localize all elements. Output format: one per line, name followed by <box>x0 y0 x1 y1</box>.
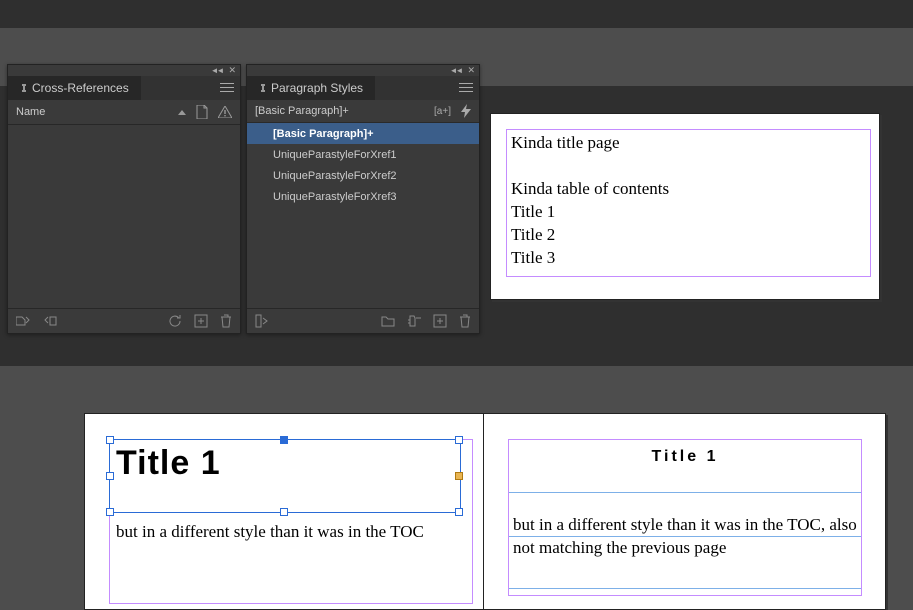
style-label: UniqueParastyleForXref1 <box>273 149 397 161</box>
body-text: but in a different style than it was in … <box>116 521 466 544</box>
warning-icon[interactable] <box>218 106 232 118</box>
go-to-dest-icon[interactable] <box>44 315 60 327</box>
document-page-2[interactable]: Title 1 but in a different style than it… <box>84 413 485 610</box>
panel-footer <box>247 308 479 333</box>
text-line: Title 2 <box>511 224 866 247</box>
new-crossref-icon[interactable] <box>194 314 208 328</box>
link-icon <box>20 83 28 93</box>
trash-icon[interactable] <box>459 314 471 328</box>
body-text: but in a different style than it was in … <box>509 466 861 560</box>
panel-titlebar: ◄◄ ✕ <box>247 65 479 76</box>
tab-paragraph-styles[interactable]: Paragraph Styles <box>247 76 375 100</box>
tab-cross-references[interactable]: Cross-References <box>8 76 141 100</box>
text-line: Kinda table of contents <box>511 178 866 201</box>
panel-tabbar: Cross-References <box>8 76 240 100</box>
selection-bounds[interactable] <box>109 439 461 513</box>
trash-icon[interactable] <box>220 314 232 328</box>
new-style-icon[interactable] <box>433 314 447 328</box>
panel-titlebar: ◄◄ ✕ <box>8 65 240 76</box>
selection-handle[interactable] <box>455 436 463 444</box>
baseline-guide <box>509 536 861 537</box>
selection-handle[interactable] <box>106 472 114 480</box>
text-line: Title 3 <box>511 247 866 270</box>
document-page-3[interactable]: Title 1 but in a different style than it… <box>483 413 886 610</box>
style-label: [Basic Paragraph]+ <box>273 128 374 140</box>
out-port-handle[interactable] <box>455 472 463 480</box>
column-name-label: Name <box>16 106 45 118</box>
text-frame[interactable]: Title 1 but in a different style than it… <box>508 439 862 596</box>
tab-label: Paragraph Styles <box>271 81 363 95</box>
panel-footer <box>8 308 240 333</box>
title-text: Title 1 <box>509 440 861 466</box>
crossref-list <box>8 125 240 303</box>
blank-line <box>511 155 866 178</box>
applied-style-label: [Basic Paragraph]+ <box>255 105 349 117</box>
baseline-guide <box>509 492 861 493</box>
selection-handle[interactable] <box>106 508 114 516</box>
page-icon[interactable] <box>196 105 208 119</box>
link-icon <box>259 83 267 93</box>
selection-handle[interactable] <box>280 436 288 444</box>
go-to-source-icon[interactable] <box>16 315 32 327</box>
folder-icon[interactable] <box>381 315 395 327</box>
close-icon[interactable]: ✕ <box>467 66 475 75</box>
collapse-icon[interactable]: ◄◄ <box>211 66 223 75</box>
quick-apply-icon[interactable] <box>461 104 471 118</box>
text-line: Kinda title page <box>511 132 866 155</box>
tab-label: Cross-References <box>32 81 129 95</box>
selection-handle[interactable] <box>455 508 463 516</box>
clear-overrides-icon[interactable] <box>407 315 421 327</box>
column-header: Name <box>8 100 240 125</box>
selection-handle[interactable] <box>106 436 114 444</box>
collapse-icon[interactable]: ◄◄ <box>450 66 462 75</box>
text-frame[interactable]: Kinda title page Kinda table of contents… <box>506 129 871 277</box>
selection-handle[interactable] <box>280 508 288 516</box>
close-icon[interactable]: ✕ <box>228 66 236 75</box>
cross-references-panel: ◄◄ ✕ Cross-References Name <box>7 64 241 334</box>
map-styles-icon[interactable] <box>255 314 269 328</box>
paragraph-styles-panel: ◄◄ ✕ Paragraph Styles [Basic Paragraph]+… <box>246 64 480 334</box>
style-item-xref2[interactable]: UniqueParastyleForXref2 <box>247 165 479 186</box>
style-item-basic-paragraph[interactable]: [Basic Paragraph]+ <box>247 123 479 144</box>
style-label: UniqueParastyleForXref3 <box>273 191 397 203</box>
panel-menu-icon[interactable] <box>459 83 473 93</box>
document-page-1[interactable]: Kinda title page Kinda table of contents… <box>490 113 880 300</box>
panel-menu-icon[interactable] <box>220 83 234 93</box>
style-list: [Basic Paragraph]+ UniqueParastyleForXre… <box>247 123 479 301</box>
override-badge-icon[interactable]: [a+] <box>434 106 451 117</box>
style-label: UniqueParastyleForXref2 <box>273 170 397 182</box>
style-item-xref3[interactable]: UniqueParastyleForXref3 <box>247 186 479 207</box>
sort-icon[interactable] <box>178 110 186 115</box>
baseline-guide <box>509 588 861 589</box>
refresh-icon[interactable] <box>168 314 182 328</box>
style-item-xref1[interactable]: UniqueParastyleForXref1 <box>247 144 479 165</box>
applied-style-row: [Basic Paragraph]+ [a+] <box>247 100 479 123</box>
top-bar <box>0 0 913 28</box>
text-line: Title 1 <box>511 201 866 224</box>
panel-tabbar: Paragraph Styles <box>247 76 479 100</box>
